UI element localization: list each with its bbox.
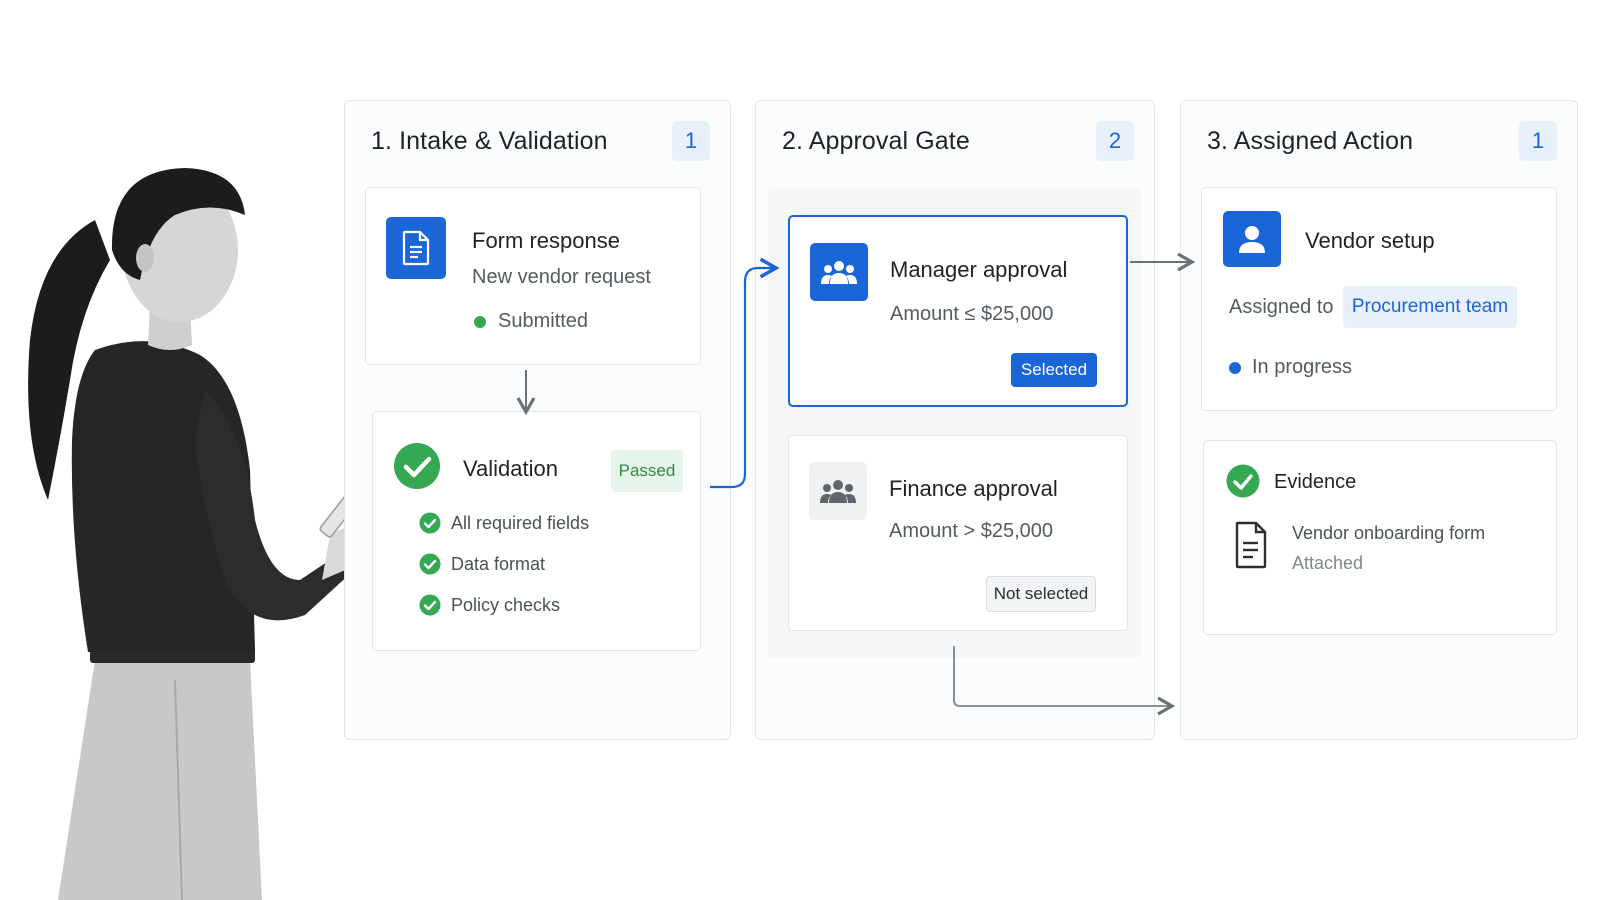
card-title: Manager approval <box>890 257 1068 282</box>
group-icon <box>809 462 867 520</box>
document-outline-icon <box>1234 521 1268 574</box>
assignee-chip[interactable]: Procurement team <box>1343 286 1517 328</box>
status-dot-icon <box>474 316 486 328</box>
user-icon <box>1223 211 1281 267</box>
column-intake-validation: 1. Intake & Validation 1 Form response N… <box>344 100 731 740</box>
vendor-setup-card[interactable]: Vendor setup Assigned to Procurement tea… <box>1201 187 1557 411</box>
evidence-file-status: Attached <box>1292 553 1364 573</box>
column-count-badge: 1 <box>1519 121 1557 161</box>
card-subtitle: New vendor request <box>472 266 651 288</box>
not-selected-badge: Not selected <box>986 576 1096 612</box>
card-title: Evidence <box>1274 471 1357 493</box>
card-title: Validation <box>463 456 558 481</box>
column-count-badge: 1 <box>672 121 710 161</box>
column-title: 3. Assigned Action <box>1207 127 1414 155</box>
column-approval-gate: 2. Approval Gate 2 Manager approval Amou… <box>755 100 1155 740</box>
check-icon <box>419 594 441 616</box>
finance-approval-card[interactable]: Finance approval Amount > $25,000 Not se… <box>788 435 1128 631</box>
evidence-file-name[interactable]: Vendor onboarding form <box>1292 523 1485 544</box>
person-illustration <box>28 168 367 900</box>
check-circle-icon <box>1226 464 1260 503</box>
card-title: Form response <box>472 228 620 253</box>
check-item: Policy checks <box>419 594 560 616</box>
form-response-card[interactable]: Form response New vendor request Submitt… <box>365 187 701 365</box>
column-assigned-action: 3. Assigned Action 1 Vendor setup Assign… <box>1180 100 1578 740</box>
column-title: 1. Intake & Validation <box>371 127 608 155</box>
evidence-card[interactable]: Evidence Vendor onboarding form Attached <box>1203 440 1557 635</box>
check-item: All required fields <box>419 512 589 534</box>
status-text: Submitted <box>498 310 589 332</box>
selected-badge: Selected <box>1011 353 1097 387</box>
column-count-badge: 2 <box>1096 121 1134 161</box>
card-title: Finance approval <box>889 476 1058 501</box>
passed-badge: Passed <box>611 450 683 492</box>
check-circle-icon <box>393 442 441 495</box>
check-icon <box>419 553 441 575</box>
document-icon <box>386 217 446 279</box>
status-text: In progress <box>1252 356 1353 378</box>
manager-approval-card[interactable]: Manager approval Amount ≤ $25,000 Select… <box>788 215 1128 407</box>
approval-condition: Amount > $25,000 <box>889 520 1054 542</box>
validation-card[interactable]: Validation Passed All required fields Da… <box>372 411 701 651</box>
card-title: Vendor setup <box>1305 228 1435 253</box>
assigned-label: Assigned to <box>1229 296 1334 318</box>
check-icon <box>419 512 441 534</box>
column-title: 2. Approval Gate <box>782 127 970 155</box>
status-dot-icon <box>1229 362 1241 374</box>
group-icon <box>810 243 868 301</box>
check-item: Data format <box>419 553 545 575</box>
approval-condition: Amount ≤ $25,000 <box>890 303 1054 325</box>
